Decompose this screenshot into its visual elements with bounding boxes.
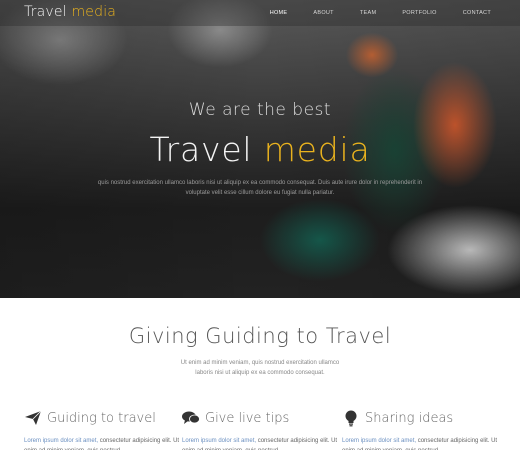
feature-text: Lorem ipsum dolor sit amet, consectetur … bbox=[342, 436, 507, 450]
feature-title: Sharing ideas bbox=[365, 410, 454, 426]
feature-lead: Lorem ipsum dolor sit amet, bbox=[24, 438, 99, 444]
paper-plane-icon bbox=[24, 409, 42, 427]
nav-contact[interactable]: CONTACT bbox=[450, 10, 504, 16]
nav-home[interactable]: HOME bbox=[257, 10, 301, 16]
nav-about[interactable]: ABOUT bbox=[300, 10, 346, 16]
feature-text: Lorem ipsum dolor sit amet, consectetur … bbox=[182, 436, 347, 450]
section-description: Ut enim ad minim veniam, quis nostrud ex… bbox=[180, 360, 340, 376]
hero-title-accent: media bbox=[263, 130, 371, 169]
nav-team[interactable]: TEAM bbox=[347, 10, 389, 16]
feature-sharing: Sharing ideas Lorem ipsum dolor sit amet… bbox=[342, 408, 507, 450]
hero-title: Travel media bbox=[0, 130, 520, 169]
logo[interactable]: Travel media bbox=[24, 4, 116, 20]
feature-title: Guiding to travel bbox=[47, 410, 156, 426]
hero-title-main: Travel bbox=[149, 130, 264, 169]
nav-portfolio[interactable]: PORTFOLIO bbox=[389, 10, 449, 16]
hero-tagline: We are the best bbox=[188, 100, 332, 120]
lightbulb-icon bbox=[342, 409, 360, 427]
hero-description: quis nostrud exercitation ullamco labori… bbox=[97, 180, 423, 196]
feature-tips: Give live tips Lorem ipsum dolor sit ame… bbox=[182, 408, 347, 450]
main-nav: HOME ABOUT TEAM PORTFOLIO CONTACT bbox=[257, 0, 504, 26]
logo-accent: media bbox=[71, 4, 117, 20]
chat-bubbles-icon bbox=[182, 409, 200, 427]
feature-lead: Lorem ipsum dolor sit amet, bbox=[342, 438, 417, 444]
feature-lead: Lorem ipsum dolor sit amet, bbox=[182, 438, 257, 444]
hero-banner: Travel media HOME ABOUT TEAM PORTFOLIO C… bbox=[0, 0, 520, 298]
logo-text: Travel bbox=[24, 4, 72, 20]
feature-guiding: Guiding to travel Lorem ipsum dolor sit … bbox=[24, 408, 189, 450]
feature-text: Lorem ipsum dolor sit amet, consectetur … bbox=[24, 436, 189, 450]
navbar: Travel media HOME ABOUT TEAM PORTFOLIO C… bbox=[0, 0, 520, 26]
feature-title: Give live tips bbox=[205, 410, 290, 426]
section-title: Giving Guiding to Travel bbox=[128, 324, 392, 348]
